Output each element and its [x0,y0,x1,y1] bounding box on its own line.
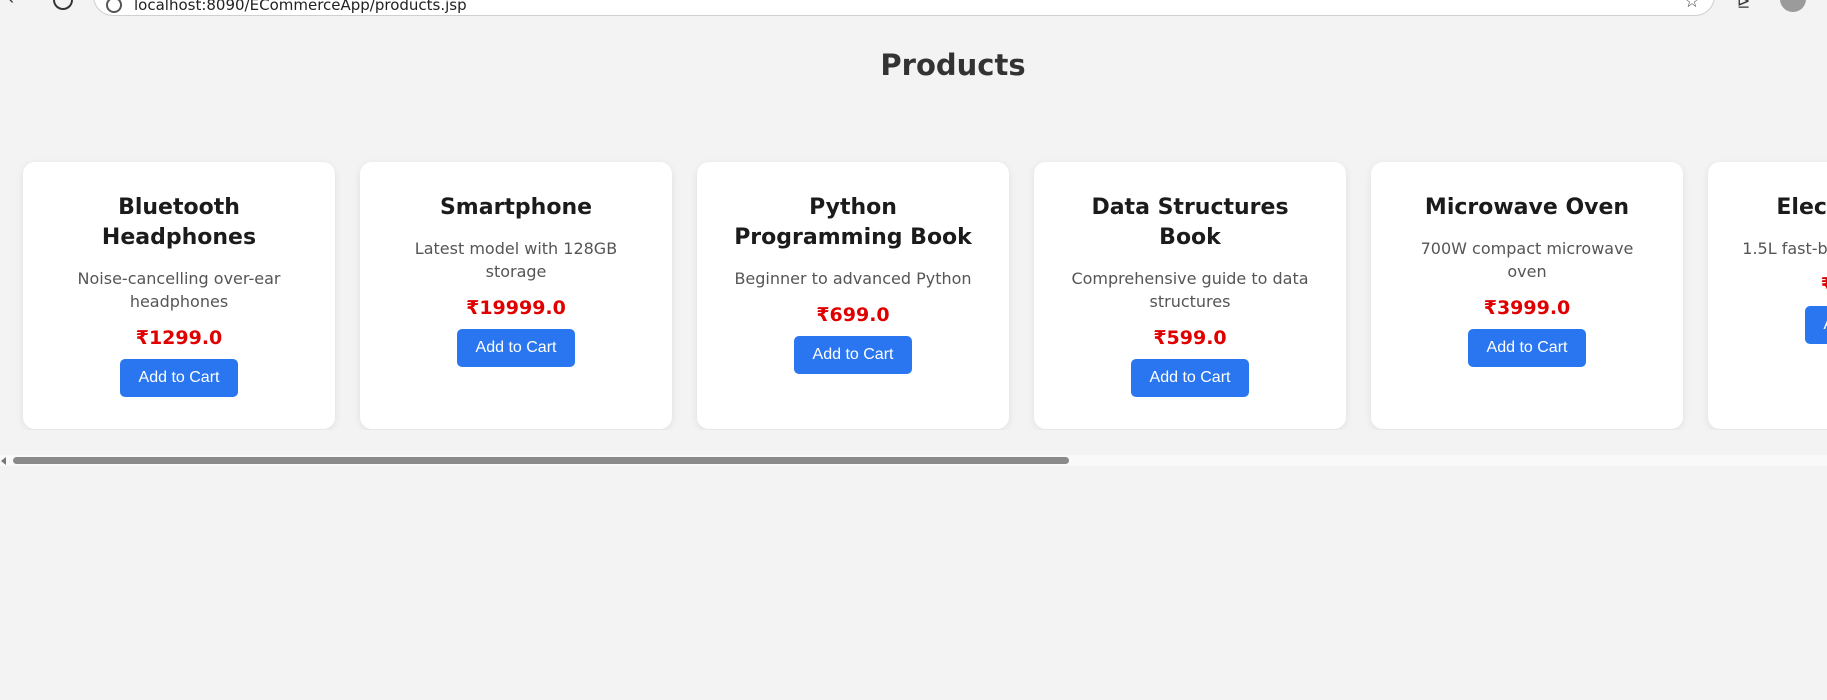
product-price: ₹19999.0 [466,297,566,319]
product-name: Microwave Oven [1424,195,1630,220]
product-name: Smartphone [439,195,593,220]
product-card: Microwave Oven 700W compact microwave ov… [1371,162,1683,429]
page-title: Products [880,48,1026,82]
address-url[interactable]: localhost:8090/ECommerceApp/products.jsp [134,0,467,14]
product-description: Beginner to advanced Python [734,269,972,288]
product-price: ₹699.0 [816,304,890,326]
product-description: 700W compact microwave oven [1420,239,1634,281]
product-description: 1.5L fast-boiling electric kettle [1742,239,1827,258]
product-price: ₹599.0 [1153,327,1227,349]
favorites-icon[interactable]: ⊵ [1737,0,1750,12]
browser-toolbar: ‹ localhost:8090/ECommerceApp/products.j… [0,0,1827,19]
product-description: Noise-cancelling over-ear headphones [77,269,281,311]
add-to-cart-button[interactable]: Add to Cart [793,336,913,374]
product-name: Python Programming Book [734,195,972,250]
add-to-cart-button[interactable]: Add to Cart [1467,329,1587,367]
star-icon[interactable]: ☆ [1684,0,1700,12]
add-to-cart-button[interactable]: Add to Cart [1804,306,1827,344]
add-to-cart-button[interactable]: Add to Cart [1130,359,1250,397]
product-name: Data Structures Book [1091,195,1289,250]
product-card: Electric Kettle 1.5L fast-boiling electr… [1708,162,1827,429]
reload-icon[interactable] [53,0,73,10]
products-row: Bluetooth Headphones Noise-cancelling ov… [23,162,1827,429]
product-card: Data Structures Book Comprehensive guide… [1034,162,1346,429]
product-name: Electric Kettle [1776,195,1827,220]
product-card: Bluetooth Headphones Noise-cancelling ov… [23,162,335,429]
product-card: Python Programming Book Beginner to adva… [697,162,1009,429]
horizontal-scrollbar[interactable] [0,455,1827,466]
product-name: Bluetooth Headphones [101,195,257,250]
avatar[interactable] [1780,0,1806,12]
scrollbar-thumb[interactable] [13,457,1069,464]
product-card: Smartphone Latest model with 128GB stora… [360,162,672,429]
product-description: Comprehensive guide to data structures [1071,269,1309,311]
product-price: ₹1099.0 [1738,274,1827,296]
product-price: ₹3999.0 [1483,297,1571,319]
address-bar[interactable]: localhost:8090/ECommerceApp/products.jsp… [93,0,1715,16]
product-price: ₹1299.0 [135,327,223,349]
scroll-left-arrow-icon[interactable] [1,457,6,465]
site-info-icon[interactable] [106,0,122,13]
product-description: Latest model with 128GB storage [414,239,618,281]
add-to-cart-button[interactable]: Add to Cart [119,359,239,397]
back-arrow-icon[interactable]: ‹ [8,0,14,9]
add-to-cart-button[interactable]: Add to Cart [456,329,576,367]
products-scroll-container[interactable]: Bluetooth Headphones Noise-cancelling ov… [0,140,1827,430]
